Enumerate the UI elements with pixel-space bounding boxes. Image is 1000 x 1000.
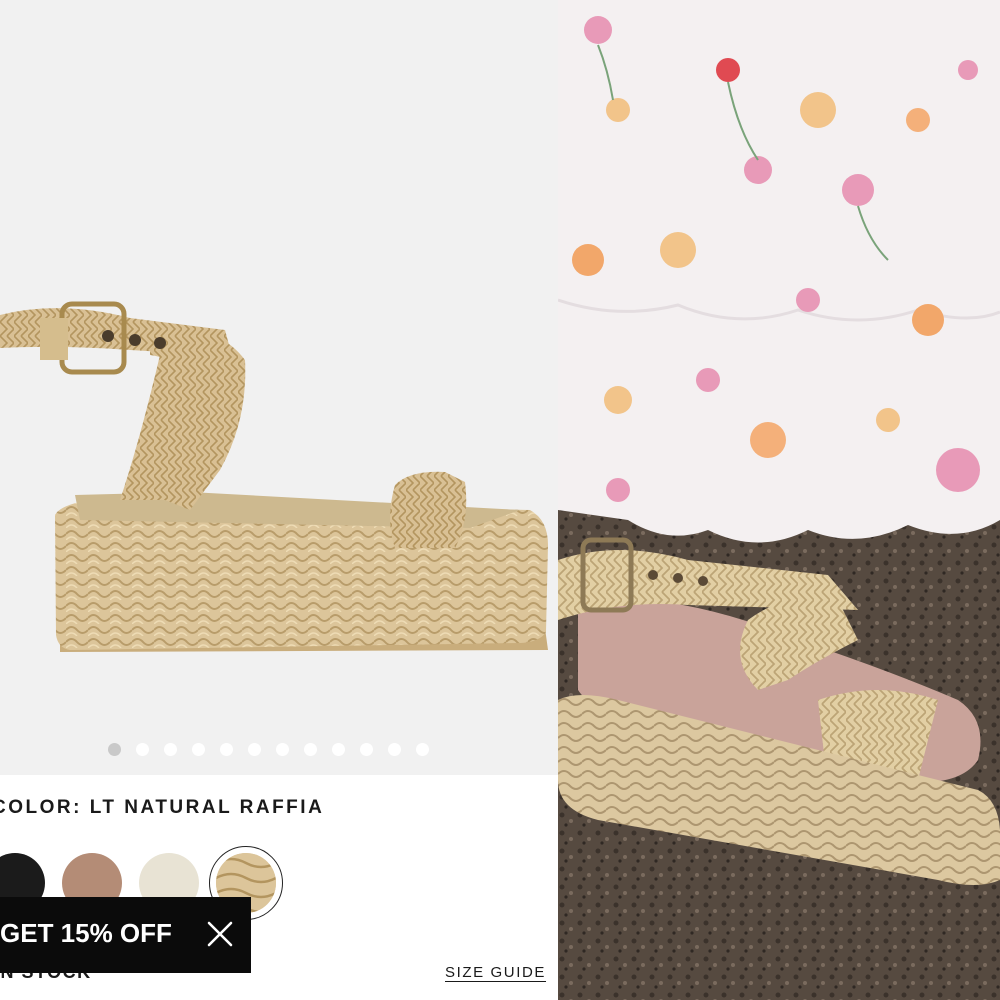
gallery-dot[interactable] bbox=[220, 743, 233, 756]
gallery-dot[interactable] bbox=[416, 743, 429, 756]
gallery-dot[interactable] bbox=[304, 743, 317, 756]
gallery-dots[interactable] bbox=[108, 743, 429, 756]
gallery-dot[interactable] bbox=[136, 743, 149, 756]
product-panel: COLOR: LT NATURAL RAFFIA IN STOCK SIZE G… bbox=[0, 0, 558, 1000]
lifestyle-photo bbox=[558, 0, 1000, 1000]
gallery-dot[interactable] bbox=[164, 743, 177, 756]
close-icon[interactable] bbox=[206, 920, 234, 948]
gallery-dot[interactable] bbox=[360, 743, 373, 756]
gallery-dot[interactable] bbox=[248, 743, 261, 756]
gallery-dot[interactable] bbox=[332, 743, 345, 756]
promo-text[interactable]: GET 15% OFF bbox=[0, 918, 172, 949]
lifestyle-photo-art bbox=[558, 0, 1000, 1000]
close-icon-glyph bbox=[207, 921, 233, 947]
gallery-dot[interactable] bbox=[276, 743, 289, 756]
gallery-dot[interactable] bbox=[192, 743, 205, 756]
promo-banner[interactable]: GET 15% OFF bbox=[0, 897, 251, 973]
color-label: COLOR: LT NATURAL RAFFIA bbox=[0, 797, 325, 818]
size-guide-link[interactable]: SIZE GUIDE bbox=[445, 964, 546, 981]
gallery-dot[interactable] bbox=[108, 743, 121, 756]
product-image[interactable] bbox=[0, 0, 558, 775]
sandal-image bbox=[0, 301, 548, 652]
gallery-dot[interactable] bbox=[388, 743, 401, 756]
